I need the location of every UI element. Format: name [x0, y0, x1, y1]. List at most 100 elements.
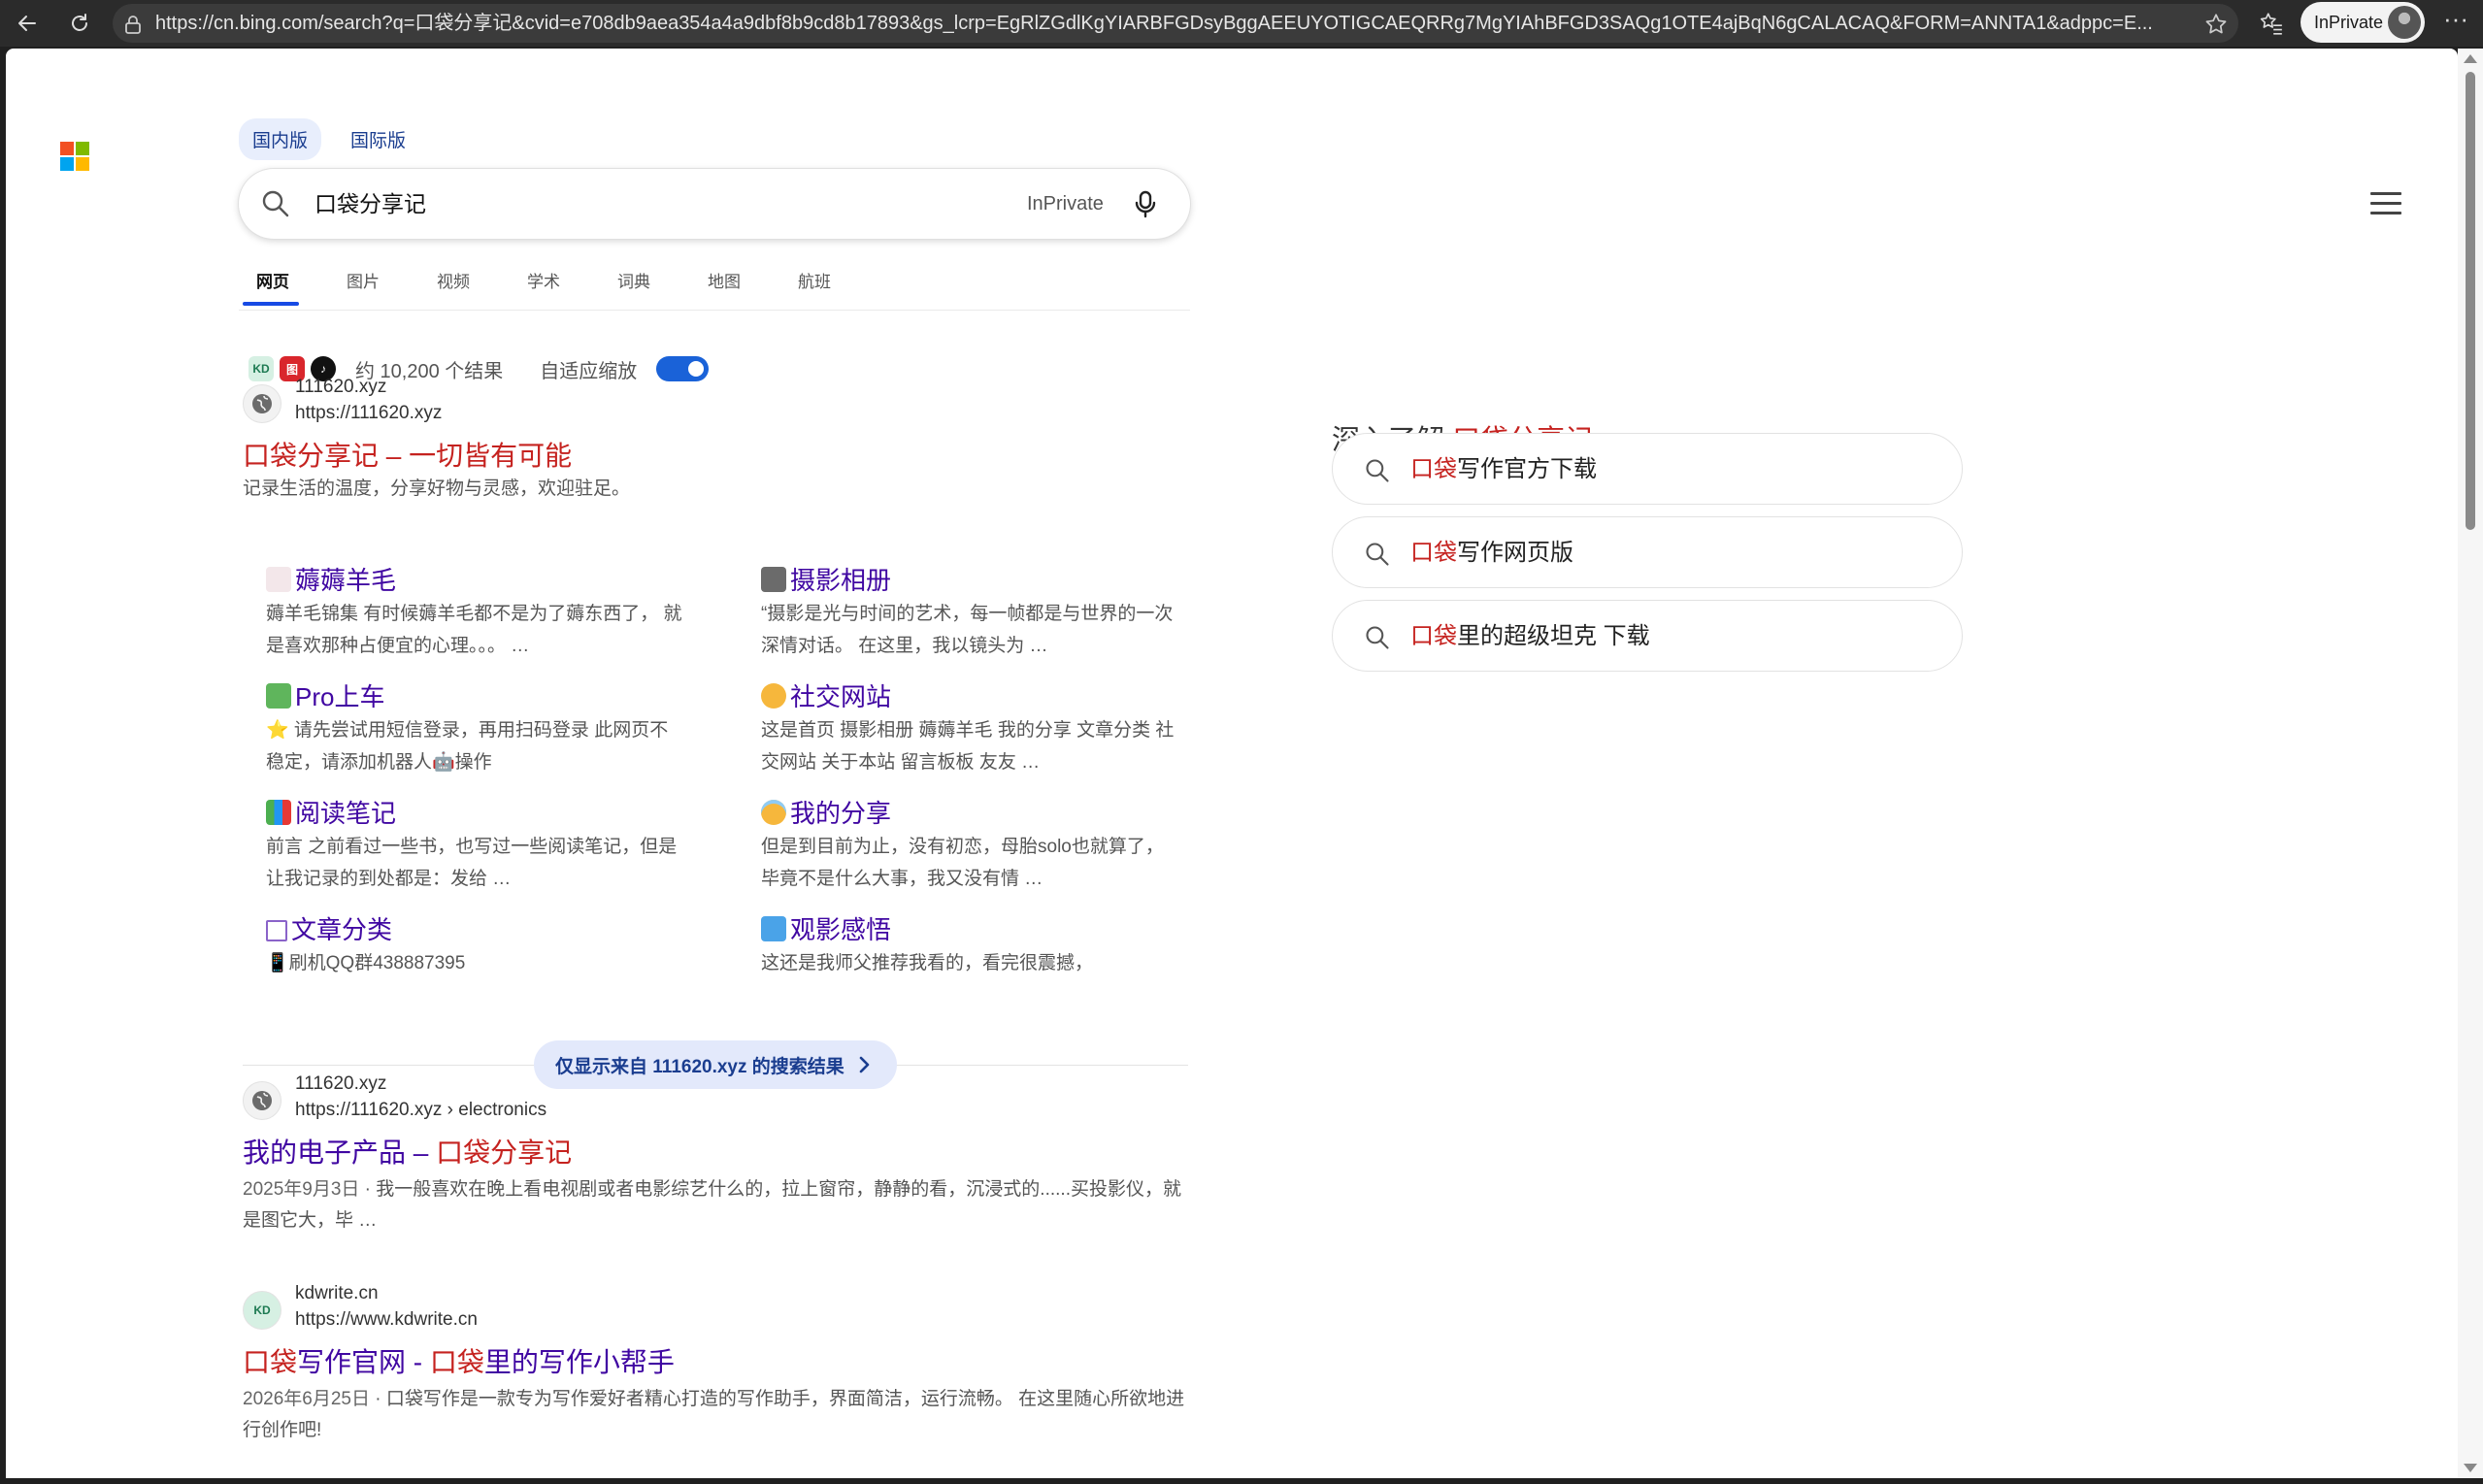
related-search-text: 口袋写作官方下载 [1410, 456, 1597, 482]
deep-link-title[interactable]: 我的分享 [761, 796, 1198, 831]
result-title-link[interactable]: 口袋分享记 – 一切皆有可能 [243, 439, 1194, 474]
deep-link-desc: 📱刷机QQ群438887395 [266, 953, 466, 973]
result-snippet-text: 我一般喜欢在晚上看电视剧或者电影综艺什么的，拉上窗帘，静静的看，沉浸式的....… [243, 1179, 1181, 1231]
tab-maps[interactable]: 地图 [690, 266, 780, 306]
favorite-star-icon[interactable] [2203, 12, 2229, 42]
result-snippet: 2026年6月25日 · 口袋写作是一款专为写作爱好者精心打造的写作助手，界面简… [243, 1389, 1185, 1440]
deep-link-title[interactable]: 摄影相册 [761, 563, 1198, 598]
search-result: KD kdwrite.cn https://www.kdwrite.cn 口袋写… [243, 1283, 1194, 1446]
deep-link-title[interactable]: 观影感悟 [761, 912, 1198, 947]
result-site-name: kdwrite.cn [295, 1283, 379, 1303]
deep-link-desc: 这还是我师父推荐我看的，看完很震撼， [761, 953, 1094, 973]
hamburger-menu-icon[interactable] [2370, 192, 2401, 215]
result-source[interactable]: 111620.xyz https://111620.xyz [243, 377, 1194, 429]
deep-link-item: 薅薅羊毛 薅羊毛锦集 有时候薅羊毛都不是为了薅东西了， 就是喜欢那种占便宜的心理… [266, 563, 761, 679]
related-search-item[interactable]: 口袋里的超级坦克 下载 [1332, 600, 1963, 672]
region-tab-domestic[interactable]: 国内版 [239, 118, 322, 160]
search-icon [1364, 457, 1391, 489]
microsoft-logo[interactable] [60, 142, 89, 171]
deep-link-title[interactable]: 文章分类 [266, 912, 761, 947]
deep-link-title[interactable]: Pro上车 [266, 679, 761, 714]
scroll-down-icon[interactable] [2464, 1464, 2477, 1472]
globe-icon [243, 1081, 281, 1120]
refresh-button[interactable] [60, 4, 99, 43]
sheep-icon [266, 567, 291, 592]
result-site-name: 111620.xyz [295, 377, 387, 397]
books-icon [266, 800, 291, 825]
tab-dictionary[interactable]: 词典 [600, 266, 690, 306]
back-button[interactable] [8, 4, 47, 43]
result-url: https://111620.xyz › electronics [295, 1100, 547, 1120]
search-result: 111620.xyz https://111620.xyz 口袋分享记 – 一切… [243, 377, 1194, 505]
cinema-icon [761, 916, 786, 941]
search-icon[interactable] [260, 188, 291, 224]
search-input[interactable]: 口袋分享记 [315, 169, 426, 239]
vertical-scrollbar[interactable] [2458, 49, 2483, 1478]
deep-link-item: 观影感悟 这还是我师父推荐我看的，看完很震撼， [761, 912, 1198, 1029]
refresh-icon [72, 14, 87, 31]
deep-link-title[interactable]: 社交网站 [761, 679, 1198, 714]
kdwrite-icon: KD [243, 1291, 281, 1330]
profile-button[interactable]: InPrivate [2301, 2, 2425, 43]
result-snippet: 2025年9月3日 · 我一般喜欢在晚上看电视剧或者电影综艺什么的，拉上窗帘，静… [243, 1179, 1181, 1231]
deep-link-item: 文章分类 📱刷机QQ群438887395 [266, 912, 761, 1029]
deep-link-item: 摄影相册 “摄影是光与时间的艺术，每一帧都是与世界的一次深情对话。 在这里，我以… [761, 563, 1198, 679]
deep-link-desc: 前言 之前看过一些书，也写过一些阅读笔记，但是让我记录的到处都是：发给 … [266, 837, 678, 889]
related-search-text: 口袋里的超级坦克 下载 [1410, 623, 1650, 649]
toggle-knob [688, 361, 705, 377]
result-title-text: 我的电子产品 – [243, 1138, 437, 1168]
result-site-name: 111620.xyz [295, 1073, 387, 1094]
address-bar[interactable]: https://cn.bing.com/search?q=口袋分享记&cvid=… [113, 4, 2238, 43]
camera-icon [761, 567, 786, 592]
result-title-highlight: 口袋 [429, 1347, 484, 1377]
result-title-link[interactable]: 我的电子产品 – 口袋分享记 [243, 1136, 1194, 1171]
globe-icon [243, 384, 281, 423]
square-icon [266, 920, 287, 941]
related-search-item[interactable]: 口袋写作官方下载 [1332, 433, 1963, 505]
deep-link-item: Pro上车 ⭐ 请先尝试用短信登录，再用扫码登录 此网页不稳定，请添加机器人🤖操… [266, 679, 761, 796]
search-result: 111620.xyz https://111620.xyz › electron… [243, 1073, 1194, 1237]
deep-link-item: 阅读笔记 前言 之前看过一些书，也写过一些阅读笔记，但是让我记录的到处都是：发给… [266, 796, 761, 912]
result-date: 2025年9月3日 [243, 1179, 360, 1200]
related-search-item[interactable]: 口袋写作网页版 [1332, 516, 1963, 588]
search-icon [1364, 541, 1391, 573]
kdwrite-icon-text: KD [253, 1303, 271, 1317]
tab-videos[interactable]: 视频 [419, 266, 510, 306]
result-title-text: 口袋分享记 – 一切皆有可能 [243, 441, 573, 471]
result-title-highlight: 口袋分享记 [436, 1138, 573, 1168]
lock-icon [122, 14, 144, 40]
tab-images[interactable]: 图片 [329, 266, 419, 306]
deep-link-desc: “摄影是光与时间的艺术，每一帧都是与世界的一次深情对话。 在这里，我以镜头为 … [761, 604, 1174, 656]
microphone-icon[interactable] [1130, 188, 1161, 224]
tab-academic[interactable]: 学术 [510, 266, 600, 306]
deep-link-title[interactable]: 薅薅羊毛 [266, 563, 761, 598]
deep-link-item: 社交网站 这是首页 摄影相册 薅薅羊毛 我的分享 文章分类 社交网站 关于本站 … [761, 679, 1198, 796]
scope-tabs: 网页 图片 视频 学术 词典 地图 航班 [239, 266, 871, 306]
tab-flights[interactable]: 航班 [780, 266, 871, 306]
back-arrow-icon [18, 16, 36, 31]
tab-web[interactable]: 网页 [239, 266, 329, 306]
deep-link-desc: ⭐ 请先尝试用短信登录，再用扫码登录 此网页不稳定，请添加机器人🤖操作 [266, 720, 669, 773]
result-snippet-text: 口袋写作是一款专为写作爱好者精心打造的写作助手，界面简洁，运行流畅。 在这里随心… [243, 1389, 1185, 1440]
result-source[interactable]: KD kdwrite.cn https://www.kdwrite.cn [243, 1283, 1194, 1336]
more-menu-button[interactable]: ··· [2436, 4, 2475, 43]
result-url: https://111620.xyz [295, 403, 443, 423]
url-text[interactable]: https://cn.bing.com/search?q=口袋分享记&cvid=… [155, 4, 2174, 43]
scroll-up-icon[interactable] [2464, 54, 2477, 63]
deep-link-item: 我的分享 但是到目前为止，没有初恋，母胎solo也就算了，毕竟不是什么大事，我又… [761, 796, 1198, 912]
result-snippet: 记录生活的温度，分享好物与灵感，欢迎驻足。 [243, 478, 631, 499]
scrollbar-thumb[interactable] [2466, 72, 2475, 530]
result-title-text: 里的写作小帮手 [483, 1347, 675, 1377]
result-source[interactable]: 111620.xyz https://111620.xyz › electron… [243, 1073, 1194, 1126]
scope-divider [239, 310, 1190, 311]
inprivate-indicator: InPrivate [1027, 193, 1104, 214]
deep-link-title[interactable]: 阅读笔记 [266, 796, 761, 831]
favorites-button[interactable] [2252, 4, 2291, 43]
result-url: https://www.kdwrite.cn [295, 1309, 478, 1330]
result-title-link[interactable]: 口袋写作官网 - 口袋里的写作小帮手 [243, 1345, 1194, 1380]
favorites-list-icon [2260, 13, 2282, 35]
search-icon [1364, 624, 1391, 656]
region-tab-international[interactable]: 国际版 [337, 118, 419, 160]
search-box[interactable]: 口袋分享记 InPrivate [239, 169, 1190, 239]
deep-link-desc: 薅羊毛锦集 有时候薅羊毛都不是为了薅东西了， 就是喜欢那种占便宜的心理。。。 … [266, 604, 682, 656]
